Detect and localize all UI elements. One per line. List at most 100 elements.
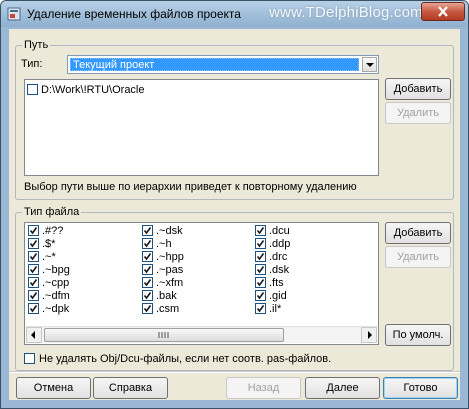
filetype-item[interactable]: .~dfm bbox=[28, 289, 70, 303]
filetype-item[interactable]: .~h bbox=[142, 237, 172, 251]
path-item-label: D:\Work\!RTU\Oracle bbox=[41, 84, 145, 96]
filetype-checkbox[interactable] bbox=[28, 224, 39, 236]
checkmark-icon bbox=[29, 278, 38, 286]
next-button[interactable]: Далее bbox=[305, 377, 380, 399]
dialog-window: Удаление временных файлов проекта www.TD… bbox=[0, 0, 469, 409]
filetype-remove-button[interactable]: Удалить bbox=[385, 246, 451, 268]
filetype-checkbox[interactable] bbox=[142, 302, 153, 314]
checkmark-icon bbox=[256, 278, 265, 286]
type-label: Тип: bbox=[21, 58, 43, 70]
type-combobox-value: Текущий проект bbox=[70, 58, 359, 71]
path-item-checkbox[interactable] bbox=[27, 83, 38, 95]
cancel-button[interactable]: Отмена bbox=[16, 377, 91, 399]
scroll-right-button[interactable] bbox=[361, 327, 377, 343]
filetype-label: .drc bbox=[269, 251, 288, 263]
chevron-left-icon bbox=[31, 331, 35, 339]
filetype-add-button[interactable]: Добавить bbox=[385, 222, 451, 244]
filetype-item[interactable]: .ddp bbox=[255, 237, 291, 251]
filetype-item[interactable]: .dcu bbox=[255, 224, 290, 238]
filetype-item[interactable]: .~cpp bbox=[28, 276, 70, 290]
filetype-checkbox[interactable] bbox=[142, 276, 153, 288]
filetype-label: .$* bbox=[42, 238, 56, 250]
filetype-item[interactable]: .il* bbox=[255, 302, 281, 316]
filetype-label: .gid bbox=[269, 290, 287, 302]
path-listbox[interactable]: D:\Work\!RTU\Oracle bbox=[24, 79, 379, 176]
back-button[interactable]: Назад bbox=[226, 377, 301, 399]
filetype-item[interactable]: .~dpk bbox=[28, 302, 69, 316]
filetype-item[interactable]: .#?? bbox=[28, 224, 63, 238]
filetype-checkbox[interactable] bbox=[28, 276, 39, 288]
checkmark-icon bbox=[256, 252, 265, 260]
filetype-label: .fts bbox=[269, 277, 284, 289]
filetype-label: .~hpp bbox=[156, 251, 184, 263]
filetype-item[interactable]: .dsk bbox=[255, 263, 289, 277]
filetype-checkbox[interactable] bbox=[142, 237, 153, 249]
filetype-checkbox[interactable] bbox=[142, 224, 153, 236]
filetype-checkbox[interactable] bbox=[255, 224, 266, 236]
filetype-label: .~dsk bbox=[156, 225, 183, 237]
filetype-checkbox[interactable] bbox=[28, 237, 39, 249]
checkmark-icon bbox=[29, 265, 38, 273]
checkmark-icon bbox=[256, 265, 265, 273]
scroll-left-button[interactable] bbox=[26, 327, 42, 343]
finish-button[interactable]: Готово bbox=[383, 377, 458, 399]
filetype-label: .~bpg bbox=[42, 264, 70, 276]
filetype-group-label: Тип файла bbox=[22, 206, 82, 219]
keep-obj-checkbox[interactable] bbox=[24, 352, 35, 364]
path-add-button[interactable]: Добавить bbox=[385, 78, 451, 100]
filetype-checkbox[interactable] bbox=[255, 302, 266, 314]
checkmark-icon bbox=[29, 291, 38, 299]
filetype-checkbox[interactable] bbox=[255, 276, 266, 288]
filetype-checkbox[interactable] bbox=[28, 289, 39, 301]
keep-obj-option[interactable]: Не удалять Obj/Dcu-файлы, если нет соотв… bbox=[24, 352, 331, 366]
filetype-item[interactable]: .~dsk bbox=[142, 224, 183, 238]
filetype-item[interactable]: .fts bbox=[255, 276, 284, 290]
checkmark-icon bbox=[29, 304, 38, 312]
filetype-listbox[interactable]: .#?? .$* .~* .~bpg .~cpp .~dfm .~dpk .~dsk .~h .~… bbox=[24, 222, 379, 345]
filetype-checkbox[interactable] bbox=[255, 263, 266, 275]
combobox-dropdown-button[interactable] bbox=[362, 57, 377, 72]
scrollbar-thumb[interactable] bbox=[44, 328, 284, 342]
filetype-checkbox[interactable] bbox=[28, 250, 39, 262]
chevron-right-icon bbox=[368, 331, 372, 339]
filetype-item[interactable]: .drc bbox=[255, 250, 288, 264]
checkmark-icon bbox=[143, 278, 152, 286]
filetype-label: .dcu bbox=[269, 225, 290, 237]
path-list-item[interactable]: D:\Work\!RTU\Oracle bbox=[27, 83, 145, 97]
filetype-checkbox[interactable] bbox=[142, 289, 153, 301]
filetype-label: .~cpp bbox=[42, 277, 70, 289]
filetype-checkbox[interactable] bbox=[28, 263, 39, 275]
filetype-checkbox[interactable] bbox=[255, 289, 266, 301]
filetype-label: .csm bbox=[156, 303, 180, 315]
checkmark-icon bbox=[29, 239, 38, 247]
checkmark-icon bbox=[143, 291, 152, 299]
path-hint-text: Выбор пути выше по иерархии приведет к п… bbox=[24, 181, 357, 193]
path-remove-button[interactable]: Удалить bbox=[385, 102, 451, 124]
help-button[interactable]: Справка bbox=[93, 377, 168, 399]
filetype-checkbox[interactable] bbox=[142, 250, 153, 262]
type-combobox[interactable]: Текущий проект bbox=[67, 55, 379, 74]
watermark: www.TDelphiBlog.com bbox=[269, 4, 423, 21]
filetype-label: .ddp bbox=[269, 238, 291, 250]
filetype-item[interactable]: .bak bbox=[142, 289, 177, 303]
checkmark-icon bbox=[256, 239, 265, 247]
title-bar[interactable]: Удаление временных файлов проекта www.TD… bbox=[1, 1, 468, 27]
filetype-item[interactable]: .csm bbox=[142, 302, 180, 316]
defaults-button[interactable]: По умолч. bbox=[385, 324, 451, 346]
filetype-checkbox[interactable] bbox=[255, 250, 266, 262]
filetype-item[interactable]: .gid bbox=[255, 289, 287, 303]
filetype-item[interactable]: .~xfm bbox=[142, 276, 183, 290]
filetype-checkbox[interactable] bbox=[142, 263, 153, 275]
filetype-label: .bak bbox=[156, 290, 177, 302]
filetype-checkbox[interactable] bbox=[28, 302, 39, 314]
close-icon bbox=[438, 6, 448, 17]
horizontal-scrollbar[interactable] bbox=[26, 326, 377, 343]
filetype-item[interactable]: .~bpg bbox=[28, 263, 70, 277]
filetype-checkbox[interactable] bbox=[255, 237, 266, 249]
filetype-item[interactable]: .~* bbox=[28, 250, 56, 264]
window-title: Удаление временных файлов проекта bbox=[27, 7, 241, 21]
close-button[interactable] bbox=[421, 2, 465, 21]
filetype-item[interactable]: .~hpp bbox=[142, 250, 184, 264]
filetype-item[interactable]: .~pas bbox=[142, 263, 183, 277]
filetype-item[interactable]: .$* bbox=[28, 237, 56, 251]
